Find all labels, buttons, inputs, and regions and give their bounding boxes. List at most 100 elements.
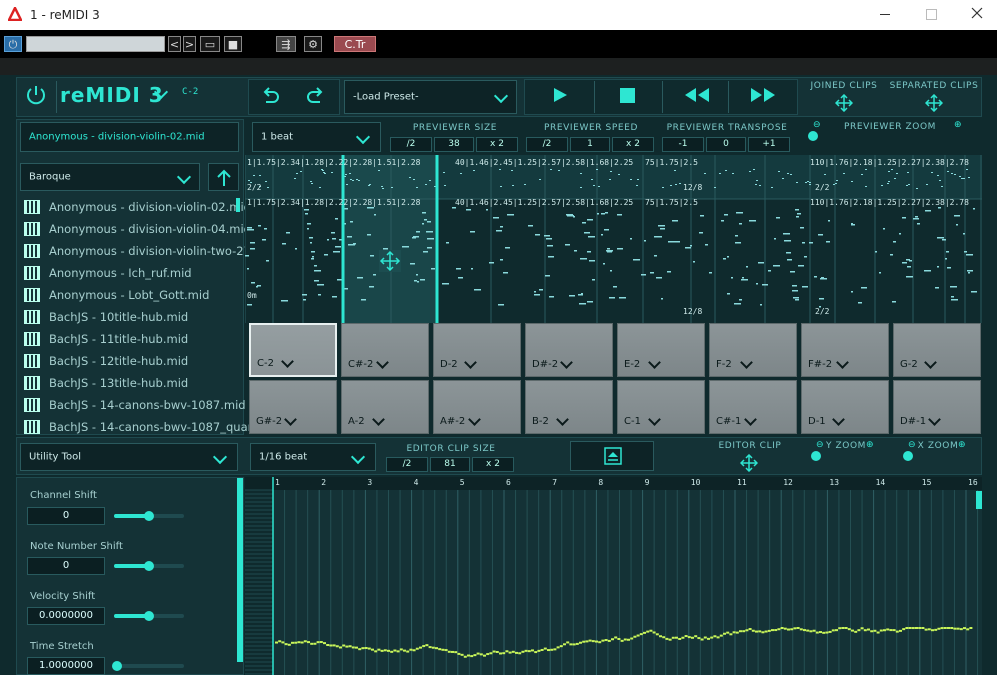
note-shift-value[interactable]: 0 — [27, 557, 105, 575]
zoom-out-icon[interactable]: ⊖ — [813, 120, 821, 130]
power-icon[interactable] — [24, 83, 48, 107]
file-list-scrollbar[interactable] — [236, 198, 240, 212]
overview-note — [512, 185, 514, 186]
minimize-button[interactable] — [880, 14, 890, 15]
drag-move-icon[interactable] — [379, 250, 401, 272]
x-zoom-out-icon[interactable]: ⊖ — [908, 440, 916, 450]
editor-clip-drag-icon[interactable] — [739, 453, 759, 476]
note-shift-slider[interactable] — [144, 561, 154, 571]
previewer-size-mul-button[interactable]: x 2 — [476, 137, 518, 152]
previewer-size-value[interactable]: 38 — [434, 137, 474, 152]
preview-note — [907, 266, 911, 268]
editor-clip-size-div-button[interactable]: /2 — [386, 457, 428, 472]
pad-gsharp-2[interactable]: G#-2 — [249, 380, 337, 434]
play-icon[interactable] — [552, 87, 568, 107]
overview-note — [836, 180, 838, 181]
stop-icon[interactable] — [620, 88, 635, 103]
editor-note — [879, 629, 883, 632]
rewind-icon[interactable] — [684, 87, 710, 107]
pad-a-2[interactable]: A-2 — [341, 380, 429, 434]
category-dropdown[interactable]: Baroque — [20, 163, 200, 191]
time-stretch-slider[interactable] — [112, 661, 122, 671]
preview-note — [427, 238, 434, 240]
previewer-beat-dropdown[interactable]: 1 beat — [252, 122, 381, 152]
pad-d-1[interactable]: D-1 — [801, 380, 889, 434]
previewer-transpose-value[interactable]: 0 — [706, 137, 746, 152]
pad-fsharp-2[interactable]: F#-2 — [801, 323, 889, 377]
y-zoom-label: Y ZOOM — [825, 441, 867, 451]
preview-note — [423, 251, 428, 253]
y-zoom-in-icon[interactable]: ⊕ — [866, 440, 874, 450]
y-zoom-out-icon[interactable]: ⊖ — [816, 440, 824, 450]
pad-dsharp-1[interactable]: D#-1 — [893, 380, 981, 434]
previewer-timeline[interactable]: 1|1.75|2.34|1.28|2.22|2.28|1.51|2.28 40|… — [245, 155, 982, 323]
preset-dropdown[interactable]: -Load Preset- — [344, 80, 517, 114]
editor-note — [639, 633, 643, 636]
zoom-in-icon[interactable]: ⊕ — [954, 120, 962, 130]
channel-shift-value[interactable]: 0 — [27, 507, 105, 525]
collapse-button[interactable] — [570, 441, 654, 471]
previewer-transpose-up-button[interactable]: +1 — [748, 137, 790, 152]
pad-e-2[interactable]: E-2 — [617, 323, 705, 377]
previewer-zoom-slider[interactable] — [808, 131, 818, 141]
editor-clip-size-mul-button[interactable]: x 2 — [472, 457, 514, 472]
folder-up-button[interactable] — [208, 163, 239, 191]
velocity-shift-value[interactable]: 0.0000000 — [27, 607, 105, 625]
editor-left-scrollbar[interactable] — [237, 478, 243, 662]
editor-right-scrollbar[interactable] — [976, 491, 982, 509]
time-stretch-value[interactable]: 1.0000000 — [27, 657, 105, 675]
x-zoom-in-icon[interactable]: ⊕ — [958, 440, 966, 450]
undo-icon[interactable] — [260, 86, 280, 106]
tool-dropdown[interactable]: Utility Tool — [20, 443, 238, 471]
x-zoom-slider[interactable] — [903, 451, 913, 461]
pad-b-2[interactable]: B-2 — [525, 380, 613, 434]
pad-asharp-2[interactable]: A#-2 — [433, 380, 521, 434]
channel-shift-slider[interactable] — [144, 511, 154, 521]
previewer-speed-div-button[interactable]: /2 — [526, 137, 568, 152]
previewer-transpose-down-button[interactable]: -1 — [662, 137, 704, 152]
piano-roll[interactable]: 1 2 3 4 5 6 7 8 9 10 11 12 13 14 15 16 — [245, 477, 982, 675]
pad-csharp-2[interactable]: C#-2 — [341, 323, 429, 377]
host-prev-button[interactable]: < — [168, 36, 181, 52]
pad-dsharp-2[interactable]: D#-2 — [525, 323, 613, 377]
y-zoom-slider[interactable] — [811, 451, 821, 461]
host-settings-icon[interactable]: ⚙ — [304, 36, 322, 52]
host-open-icon[interactable]: ▭ — [200, 36, 220, 52]
editor-note — [755, 630, 758, 633]
editor-clip-label: EDITOR CLIP — [718, 441, 782, 451]
joined-clips-drag-icon[interactable] — [834, 93, 854, 116]
previewer-speed-mul-button[interactable]: x 2 — [612, 137, 654, 152]
pad-g-2[interactable]: G-2 — [893, 323, 981, 377]
close-button[interactable] — [969, 5, 985, 21]
previewer-speed-value[interactable]: 1 — [570, 137, 610, 152]
overview-note — [311, 183, 313, 184]
pad-csharp-1[interactable]: C#-1 — [709, 380, 797, 434]
editor-note — [524, 649, 528, 652]
velocity-shift-slider[interactable] — [144, 611, 154, 621]
host-preset-field[interactable] — [26, 36, 165, 52]
velocity-shift-label: Velocity Shift — [30, 591, 96, 602]
editor-beat-dropdown[interactable]: 1/16 beat — [250, 443, 376, 471]
bar-label: 7 — [552, 478, 558, 487]
pad-f-2[interactable]: F-2 — [709, 323, 797, 377]
pad-d-2[interactable]: D-2 — [433, 323, 521, 377]
fast-forward-icon[interactable] — [750, 87, 776, 107]
preview-note — [727, 256, 729, 258]
host-route-icon[interactable]: ⇶ — [276, 36, 296, 52]
host-power-icon[interactable]: ⏻ — [4, 36, 22, 52]
maximize-button[interactable] — [926, 9, 937, 20]
host-save-icon[interactable]: ■ — [224, 36, 242, 52]
overview-note — [350, 179, 352, 180]
host-ctr-button[interactable]: C.Tr — [334, 36, 376, 52]
overview-note — [248, 180, 250, 181]
redo-icon[interactable] — [306, 86, 326, 106]
preview-note — [802, 242, 805, 244]
host-next-button[interactable]: > — [183, 36, 196, 52]
pad-c-1[interactable]: C-1 — [617, 380, 705, 434]
pad-c-2[interactable]: C-2 — [249, 323, 337, 377]
separated-clips-drag-icon[interactable] — [924, 93, 944, 116]
previewer-size-div-button[interactable]: /2 — [390, 137, 432, 152]
preview-note — [861, 287, 867, 289]
preview-note — [264, 228, 267, 230]
editor-clip-size-value[interactable]: 81 — [430, 457, 470, 472]
